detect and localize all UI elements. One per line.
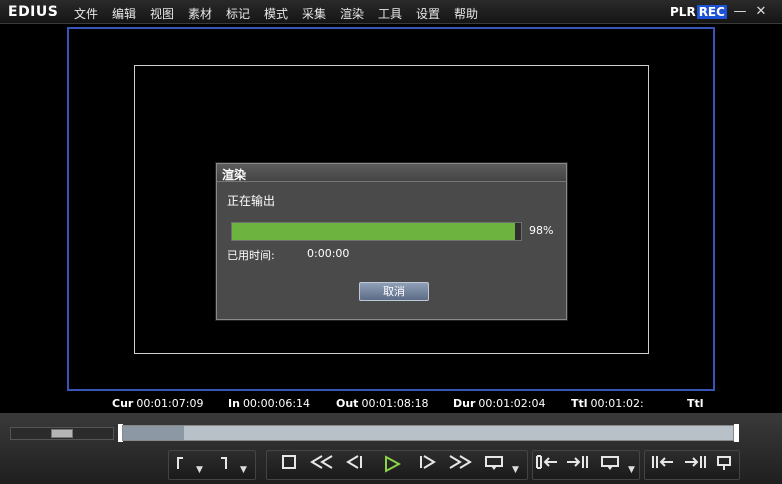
prev-edit-icon[interactable] (534, 455, 560, 477)
out-label: Out (336, 397, 359, 410)
step-back-icon[interactable] (342, 455, 366, 477)
output-dropdown-icon[interactable]: ▼ (628, 465, 635, 475)
menu-bar: EDIUS 文件 编辑 视图 素材 标记 模式 采集 渲染 工具 设置 帮助 P… (0, 0, 782, 24)
menu-capture[interactable]: 采集 (302, 5, 326, 22)
set-in-icon[interactable] (170, 455, 190, 477)
cur-value: 00:01:07:09 (136, 397, 204, 410)
timecode-in: In 00:00:06:14 (228, 397, 310, 410)
cancel-button[interactable]: 取消 (359, 282, 429, 301)
set-out-dropdown-icon[interactable]: ▼ (240, 465, 247, 475)
loop-play-icon[interactable] (482, 455, 506, 477)
timecode-ttl-2: Ttl (687, 397, 707, 410)
menu-mode[interactable]: 模式 (264, 5, 288, 22)
elapsed-label: 已用时间: (227, 249, 275, 262)
playback-controls: ▼ ▼ ▼ ▼ (0, 413, 782, 484)
menu-tools[interactable]: 工具 (378, 5, 402, 22)
dialog-title: 渲染 (217, 164, 566, 182)
dur-value: 00:01:02:04 (478, 397, 546, 410)
menu-marker[interactable]: 标记 (226, 5, 250, 22)
step-forward-icon[interactable] (416, 455, 440, 477)
timecode-ttl: Ttl 00:01:02: (571, 397, 644, 410)
mode-indicator[interactable]: PLR REC (670, 4, 727, 20)
stop-icon[interactable] (278, 455, 300, 477)
timecode-cur: Cur 00:01:07:09 (112, 397, 203, 410)
ttl2-label: Ttl (687, 397, 704, 410)
app-logo: EDIUS (8, 4, 59, 20)
timecode-out: Out 00:01:08:18 (336, 397, 429, 410)
ttl-label: Ttl (571, 397, 588, 410)
minimize-icon[interactable]: — (733, 5, 747, 19)
insert-icon[interactable] (714, 455, 736, 477)
in-label: In (228, 397, 240, 410)
progress-bar (231, 222, 522, 241)
set-out-icon[interactable] (214, 455, 234, 477)
elapsed-value: 0:00:00 (307, 247, 350, 260)
fast-forward-icon[interactable] (446, 455, 474, 477)
menu-help[interactable]: 帮助 (454, 5, 478, 22)
rec-badge[interactable]: REC (696, 5, 727, 19)
timecode-dur: Dur 00:01:02:04 (453, 397, 546, 410)
shuttle-slider[interactable] (10, 427, 114, 440)
cur-label: Cur (112, 397, 134, 410)
set-in-dropdown-icon[interactable]: ▼ (196, 465, 203, 475)
close-icon[interactable]: ✕ (754, 5, 768, 19)
progress-fill (232, 223, 516, 240)
scrub-out-handle[interactable] (734, 424, 739, 442)
ttl-value: 00:01:02: (590, 397, 644, 410)
next-edit-icon[interactable] (564, 455, 590, 477)
play-icon[interactable] (380, 455, 404, 477)
menu-view[interactable]: 视图 (150, 5, 174, 22)
progress-percent: 98% (529, 224, 554, 237)
menu-file[interactable]: 文件 (74, 5, 98, 22)
plr-label[interactable]: PLR (670, 5, 696, 19)
menu-edit[interactable]: 编辑 (112, 5, 136, 22)
in-value: 00:00:06:14 (242, 397, 311, 410)
render-status: 正在输出 (227, 194, 276, 208)
menu-settings[interactable]: 设置 (416, 5, 440, 22)
shuttle-knob[interactable] (51, 429, 73, 438)
loop-dropdown-icon[interactable]: ▼ (512, 465, 519, 475)
jump-out-icon[interactable] (682, 455, 708, 477)
rewind-icon[interactable] (308, 455, 336, 477)
output-icon[interactable] (598, 455, 622, 477)
jump-in-icon[interactable] (650, 455, 676, 477)
menu-render[interactable]: 渲染 (340, 5, 364, 22)
out-value: 00:01:08:18 (361, 397, 429, 410)
position-bar[interactable] (122, 425, 734, 441)
render-dialog: 渲染 正在输出 98% 已用时间: 0:00:00 取消 (216, 163, 567, 320)
menu-clip[interactable]: 素材 (188, 5, 212, 22)
position-fill (123, 426, 184, 440)
dur-label: Dur (453, 397, 476, 410)
